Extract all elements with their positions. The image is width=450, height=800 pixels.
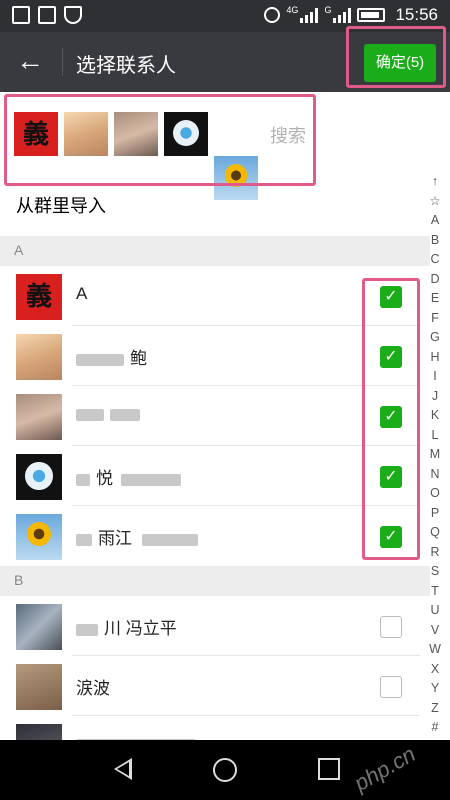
signal-icon [300, 7, 319, 23]
index-letter[interactable]: G [424, 328, 446, 348]
index-letter[interactable]: E [424, 289, 446, 309]
index-letter[interactable]: X [424, 660, 446, 680]
page-title: 选择联系人 [76, 55, 176, 77]
contact-name: 川 冯立平 [76, 614, 177, 639]
contact-row[interactable]: 涙波 [0, 656, 420, 716]
contact-row[interactable] [0, 716, 420, 740]
index-letter[interactable]: L [424, 426, 446, 446]
index-letter[interactable]: A [424, 211, 446, 231]
contact-name: 悦 [76, 464, 187, 489]
network-type: 4G [286, 5, 299, 15]
index-letter[interactable]: U [424, 601, 446, 621]
index-letter[interactable]: Z [424, 699, 446, 719]
avatar [16, 514, 62, 560]
index-letter[interactable]: O [424, 484, 446, 504]
alphabet-index[interactable]: ↑ ☆ A B C D E F G H I J K L M N O P Q R S T U V W X Y Z # [424, 172, 446, 738]
index-letter[interactable]: I [424, 367, 446, 387]
checkbox-highlight-box [362, 278, 420, 560]
contact-row[interactable]: 悦 ✓ [0, 446, 420, 506]
navigation-bar: php.cn [0, 740, 450, 800]
avatar [16, 724, 62, 740]
index-letter[interactable]: ↑ [424, 172, 446, 192]
contact-name: 鲍 [76, 344, 147, 369]
contact-row[interactable]: ✓ [0, 386, 420, 446]
contact-row[interactable]: 川 冯立平 [0, 596, 420, 656]
index-letter[interactable]: N [424, 465, 446, 485]
contact-list[interactable]: 義 搜索 从群里导入 A 義 A ✓ 鲍 ✓ ✓ 悦 ✓ 雨江 ✓ B 川 冯立… [0, 92, 450, 740]
import-from-group-label: 从群里导入 [16, 196, 106, 216]
index-letter[interactable]: D [424, 270, 446, 290]
contact-row[interactable]: 雨江 ✓ [0, 506, 420, 566]
index-letter[interactable]: M [424, 445, 446, 465]
index-letter[interactable]: B [424, 231, 446, 251]
avatar [16, 454, 62, 500]
contact-row[interactable]: 鲍 ✓ [0, 326, 420, 386]
gallery-icon [12, 6, 30, 24]
section-header-b: B [0, 566, 430, 596]
checkbox-unchecked[interactable] [380, 676, 402, 698]
index-letter[interactable]: V [424, 621, 446, 641]
nav-recent-icon[interactable] [318, 758, 340, 780]
contact-name: A [76, 284, 88, 303]
alarm-icon [264, 7, 281, 23]
avatar [16, 334, 62, 380]
section-letter: B [14, 572, 24, 588]
section-letter: A [14, 242, 24, 258]
confirm-highlight-box [346, 26, 446, 88]
index-letter[interactable]: S [424, 562, 446, 582]
index-letter[interactable]: # [424, 718, 446, 738]
index-letter[interactable]: Y [424, 679, 446, 699]
watermark: php.cn [349, 741, 420, 796]
import-from-group-row[interactable]: 从群里导入 [0, 188, 420, 234]
index-letter[interactable]: ☆ [424, 192, 446, 212]
back-arrow-icon[interactable]: ← [14, 46, 46, 78]
index-letter[interactable]: J [424, 387, 446, 407]
index-letter[interactable]: F [424, 309, 446, 329]
image-icon [38, 6, 56, 24]
avatar: 義 [16, 274, 62, 320]
index-letter[interactable]: W [424, 640, 446, 660]
clock: 15:56 [395, 5, 438, 24]
index-letter[interactable]: H [424, 348, 446, 368]
avatar [16, 664, 62, 710]
shield-icon [64, 6, 82, 24]
index-letter[interactable]: P [424, 504, 446, 524]
nav-back-icon[interactable] [114, 758, 132, 780]
battery-icon [357, 8, 386, 22]
checkbox-unchecked[interactable] [380, 616, 402, 638]
title-divider [62, 48, 63, 76]
contact-name [76, 404, 146, 424]
section-header-a: A [0, 236, 430, 266]
index-letter[interactable]: C [424, 250, 446, 270]
nav-home-icon[interactable] [213, 758, 237, 782]
contact-name: 雨江 [76, 524, 204, 549]
index-letter[interactable]: Q [424, 523, 446, 543]
avatar [16, 604, 62, 650]
avatar [16, 394, 62, 440]
signal-icon-2 [333, 7, 352, 23]
network-type-2: G [324, 5, 332, 15]
index-letter[interactable]: T [424, 582, 446, 602]
index-letter[interactable]: K [424, 406, 446, 426]
contact-row[interactable]: 義 A ✓ [0, 266, 420, 326]
selected-highlight-box [4, 94, 316, 186]
index-letter[interactable]: R [424, 543, 446, 563]
contact-name: 涙波 [76, 679, 110, 698]
